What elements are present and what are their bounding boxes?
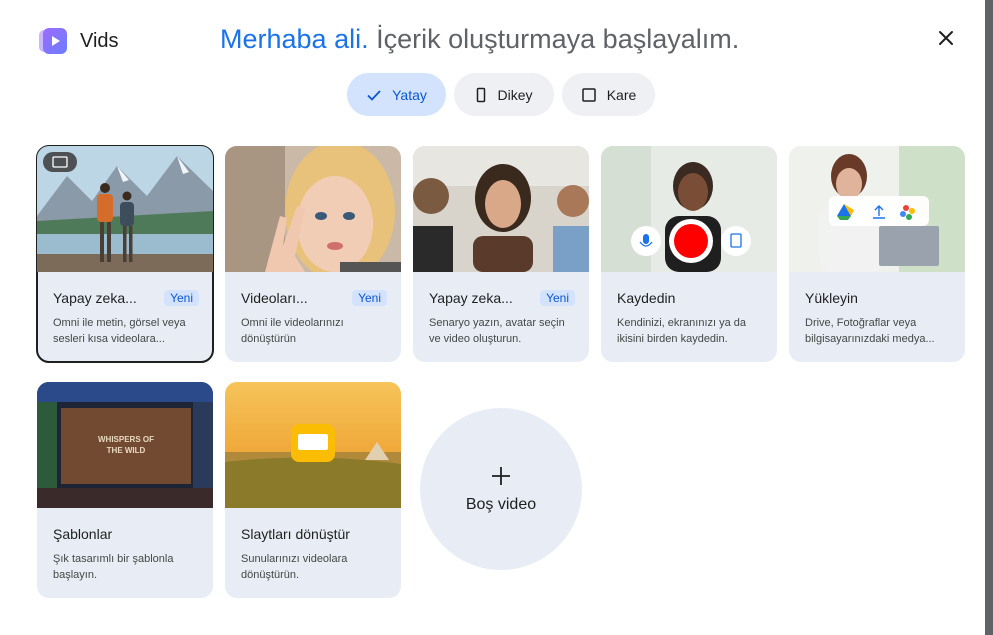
- plus-icon: [492, 467, 510, 485]
- hikers-image: [37, 146, 213, 272]
- create-dialog: Vids Merhaba ali. İçerik oluşturmaya baş…: [0, 0, 985, 635]
- check-icon: [367, 89, 381, 101]
- card-title: Videoları...: [241, 290, 308, 306]
- card-transform-videos[interactable]: Videoları... Yeni Omni ile videolarınızı…: [225, 146, 401, 362]
- card-description: Omni ile metin, görsel veya sesleri kısa…: [53, 317, 186, 345]
- chip-label: Dikey: [497, 86, 533, 103]
- card-thumbnail: [413, 146, 589, 272]
- square-icon: [581, 87, 596, 102]
- card-title: Yükleyin: [805, 290, 858, 306]
- card-record[interactable]: Kaydedin Kendinizi, ekranınızı ya da iki…: [601, 146, 777, 362]
- chip-label: Kare: [606, 86, 637, 103]
- chip-portrait[interactable]: Dikey: [454, 73, 554, 116]
- template-text-1: WHISPERS OF: [98, 435, 154, 444]
- card-description: Omni ile videolarınızı dönüştürün: [241, 317, 344, 345]
- card-upload[interactable]: Yükleyin Drive, Fotoğraflar veya bilgisa…: [789, 146, 965, 362]
- blank-video-button[interactable]: Boş video: [420, 408, 582, 570]
- card-convert-slides[interactable]: Slaytları dönüştür Sunularınızı videolar…: [225, 382, 401, 598]
- templates-image: WHISPERS OF THE WILD: [37, 382, 213, 508]
- card-templates[interactable]: WHISPERS OF THE WILD Şablonlar Şık tasar…: [37, 382, 213, 598]
- card-thumbnail: [225, 382, 401, 508]
- card-title: Yapay zeka...: [429, 290, 513, 306]
- page-title: Merhaba ali. İçerik oluşturmaya başlayal…: [220, 24, 739, 55]
- card-description: Drive, Fotoğraflar veya bilgisayarınızda…: [805, 317, 935, 345]
- card-description: Şık tasarımlı bir şablonla başlayın.: [53, 553, 174, 581]
- greeting-text: İçerik oluşturmaya başlayalım.: [376, 24, 740, 54]
- card-description: Kendinizi, ekranınızı ya da ikisini bird…: [617, 317, 747, 345]
- upload-image: [789, 146, 965, 272]
- template-text-2: THE WILD: [107, 446, 146, 455]
- new-badge: Yeni: [164, 290, 199, 306]
- people-image: [413, 146, 589, 272]
- app-name: Vids: [80, 29, 119, 52]
- card-ai-avatar[interactable]: Yapay zeka... Yeni Senaryo yazın, avatar…: [413, 146, 589, 362]
- close-icon: [939, 31, 953, 45]
- card-thumbnail: [601, 146, 777, 272]
- new-badge: Yeni: [540, 290, 575, 306]
- blank-video-label: Boş video: [465, 496, 537, 513]
- card-thumbnail: WHISPERS OF THE WILD: [37, 382, 213, 508]
- card-description: Senaryo yazın, avatar seçin ve video olu…: [429, 317, 565, 345]
- card-title: Şablonlar: [53, 526, 113, 542]
- slides-image: [225, 382, 401, 508]
- woman-portrait-image: [225, 146, 401, 272]
- recording-image: [601, 146, 777, 272]
- chip-square[interactable]: Kare: [562, 73, 655, 116]
- greeting-name: Merhaba ali.: [220, 24, 369, 54]
- card-thumbnail: [225, 146, 401, 272]
- card-description: Sunularınızı videolara dönüştürün.: [241, 553, 348, 581]
- close-button[interactable]: [932, 24, 960, 52]
- chip-label: Yatay: [392, 86, 427, 103]
- chip-landscape[interactable]: Yatay: [347, 73, 446, 116]
- card-thumbnail: [37, 146, 213, 272]
- new-badge: Yeni: [352, 290, 387, 306]
- card-ai-omni[interactable]: Yapay zeka... Yeni Omni ile metin, görse…: [36, 145, 214, 363]
- brand: Vids: [38, 26, 119, 56]
- card-title: Slaytları dönüştür: [241, 526, 350, 542]
- portrait-icon: [477, 87, 486, 102]
- vids-logo-icon: [39, 28, 67, 54]
- card-title: Kaydedin: [617, 290, 676, 306]
- card-title: Yapay zeka...: [53, 290, 137, 306]
- card-thumbnail: [789, 146, 965, 272]
- orientation-chips: Yatay Dikey Kare: [347, 73, 655, 116]
